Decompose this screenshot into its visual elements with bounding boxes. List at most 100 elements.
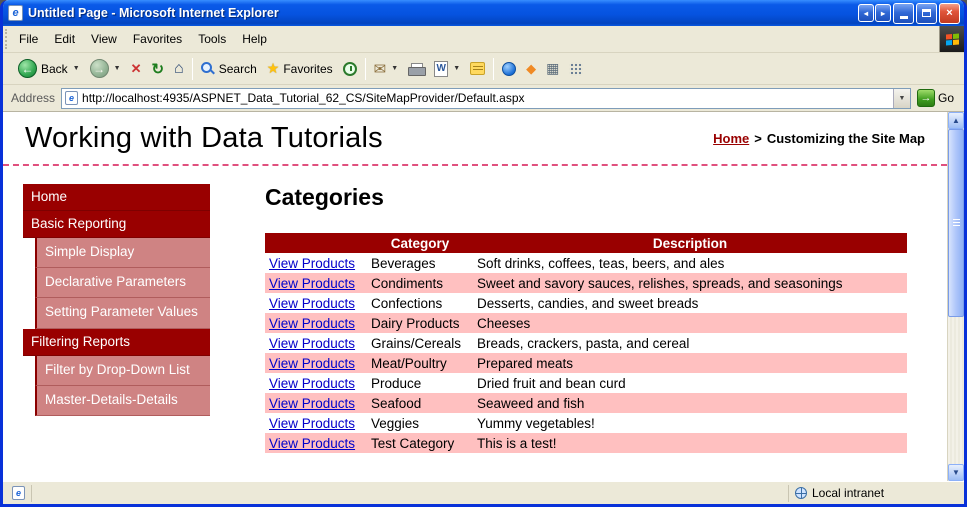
page-icon: e xyxy=(65,91,79,105)
back-button[interactable]: ← Back ▼ xyxy=(13,57,85,80)
address-input[interactable]: e http://localhost:4935/ASPNET_Data_Tuto… xyxy=(61,87,911,109)
windows-flag-icon xyxy=(945,33,959,45)
menu-tools[interactable]: Tools xyxy=(190,26,234,52)
research-button[interactable]: ◆ xyxy=(521,59,541,79)
history-button[interactable] xyxy=(338,60,362,78)
vertical-scrollbar[interactable]: ▲ ▼ xyxy=(947,112,964,481)
menu-help[interactable]: Help xyxy=(234,26,275,52)
discuss-icon xyxy=(470,62,486,75)
view-products-link[interactable]: View Products xyxy=(269,256,355,271)
back-dropdown-icon: ▼ xyxy=(72,65,80,72)
menubar-grip[interactable] xyxy=(5,29,9,49)
forward-icon: → xyxy=(89,59,109,78)
go-label: Go xyxy=(937,91,954,105)
address-url[interactable]: http://localhost:4935/ASPNET_Data_Tutori… xyxy=(82,91,893,105)
go-button[interactable]: → Go xyxy=(911,88,960,108)
nav-left-button[interactable]: ◂ xyxy=(858,4,874,22)
home-button[interactable]: ⌂ xyxy=(169,58,189,80)
history-icon xyxy=(342,61,357,76)
scrollbar-thumb[interactable] xyxy=(948,129,964,317)
title-bar[interactable]: e Untitled Page - Microsoft Internet Exp… xyxy=(3,0,964,26)
minimize-button[interactable] xyxy=(893,2,914,24)
sidebar-item-declarative-parameters[interactable]: Declarative Parameters xyxy=(35,268,210,299)
sidebar-item-simple-display[interactable]: Simple Display xyxy=(35,238,210,269)
toolbar-separator xyxy=(191,57,193,80)
description-cell: Yummy vegetables! xyxy=(473,413,907,433)
sidebar-item-master-details-details[interactable]: Master-Details-Details xyxy=(35,385,210,417)
status-zone-label: Local intranet xyxy=(812,486,885,500)
sidebar-item-home[interactable]: Home xyxy=(23,184,210,211)
search-icon xyxy=(200,61,215,76)
scroll-up-button[interactable]: ▲ xyxy=(948,112,964,129)
scroll-down-button[interactable]: ▼ xyxy=(948,464,964,481)
sidebar-item-setting-parameter-values[interactable]: Setting Parameter Values xyxy=(35,298,210,329)
forward-button[interactable]: → ▼ xyxy=(85,57,126,80)
view-products-link[interactable]: View Products xyxy=(269,436,355,451)
back-icon: ← xyxy=(18,59,37,78)
sidebar-item-filter-by-dropdown-list[interactable]: Filter by Drop-Down List xyxy=(35,355,210,386)
menubar-spacer xyxy=(275,26,939,52)
view-products-link[interactable]: View Products xyxy=(269,276,355,291)
category-cell: Seafood xyxy=(367,393,473,413)
search-button[interactable]: Search xyxy=(196,60,262,78)
discuss-button[interactable] xyxy=(465,60,490,77)
edit-with-word-button[interactable]: W ▼ xyxy=(429,59,465,79)
edit-dropdown-icon: ▼ xyxy=(453,65,461,72)
close-button[interactable]: × xyxy=(939,2,960,24)
sites-button[interactable]: ▦ xyxy=(541,58,564,79)
table-row: View Products Condiments Sweet and savor… xyxy=(265,273,907,293)
status-bar: e Local intranet xyxy=(3,481,964,504)
sidebar-item-basic-reporting[interactable]: Basic Reporting xyxy=(23,211,210,238)
back-label: Back xyxy=(41,61,68,76)
search-label: Search xyxy=(218,61,257,76)
home-icon: ⌂ xyxy=(174,59,184,77)
sidebar-item-filtering-reports[interactable]: Filtering Reports xyxy=(23,328,210,356)
menu-edit[interactable]: Edit xyxy=(46,26,83,52)
category-cell: Dairy Products xyxy=(367,313,473,333)
view-products-link[interactable]: View Products xyxy=(269,316,355,331)
stop-button[interactable]: ✕ xyxy=(126,59,147,79)
description-cell: Dried fruit and bean curd xyxy=(473,373,907,393)
view-products-link[interactable]: View Products xyxy=(269,336,355,351)
menu-view[interactable]: View xyxy=(83,26,125,52)
view-products-link[interactable]: View Products xyxy=(269,396,355,411)
description-cell: Seaweed and fish xyxy=(473,393,907,413)
toolbar-separator xyxy=(364,57,366,80)
favorites-label: Favorites xyxy=(283,61,333,76)
sidebar-menu: Home Basic Reporting Simple Display Decl… xyxy=(23,184,210,481)
maximize-button[interactable] xyxy=(916,2,937,24)
table-row: View Products Veggies Yummy vegetables! xyxy=(265,413,907,433)
quick-launch-button[interactable] xyxy=(564,60,588,78)
favorites-button[interactable]: ★ Favorites xyxy=(262,58,338,79)
browser-viewport: Working with Data Tutorials Home > Customi… xyxy=(3,112,964,481)
print-button[interactable] xyxy=(403,61,429,77)
scrollbar-track[interactable] xyxy=(948,129,964,464)
description-cell: Soft drinks, coffees, teas, beers, and a… xyxy=(473,253,907,273)
breadcrumb: Home > Customizing the Site Map xyxy=(713,131,925,146)
address-dropdown-button[interactable]: ▼ xyxy=(892,88,910,108)
categories-table: Category Description View Products Bever… xyxy=(265,233,907,453)
refresh-button[interactable]: ↻ xyxy=(146,58,169,80)
description-cell: Sweet and savory sauces, relishes, sprea… xyxy=(473,273,907,293)
mail-button[interactable]: ✉ ▼ xyxy=(369,58,404,80)
view-products-link[interactable]: View Products xyxy=(269,296,355,311)
menu-file[interactable]: File xyxy=(11,26,46,52)
header-category: Category xyxy=(367,233,473,253)
category-cell: Meat/Poultry xyxy=(367,353,473,373)
nav-right-button[interactable]: ▸ xyxy=(875,4,891,22)
description-cell: Breads, crackers, pasta, and cereal xyxy=(473,333,907,353)
view-products-link[interactable]: View Products xyxy=(269,416,355,431)
web-page: Working with Data Tutorials Home > Customi… xyxy=(3,112,947,481)
breadcrumb-home-link[interactable]: Home xyxy=(713,131,749,146)
table-row: View Products Grains/Cereals Breads, cra… xyxy=(265,333,907,353)
header-empty xyxy=(265,233,367,253)
view-products-link[interactable]: View Products xyxy=(269,376,355,391)
menu-favorites[interactable]: Favorites xyxy=(125,26,190,52)
page-body: Home Basic Reporting Simple Display Decl… xyxy=(3,166,947,481)
table-row: View Products Seafood Seaweed and fish xyxy=(265,393,907,413)
description-cell: Cheeses xyxy=(473,313,907,333)
messenger-button[interactable] xyxy=(497,60,521,78)
view-products-link[interactable]: View Products xyxy=(269,356,355,371)
category-cell: Produce xyxy=(367,373,473,393)
description-cell: Desserts, candies, and sweet breads xyxy=(473,293,907,313)
